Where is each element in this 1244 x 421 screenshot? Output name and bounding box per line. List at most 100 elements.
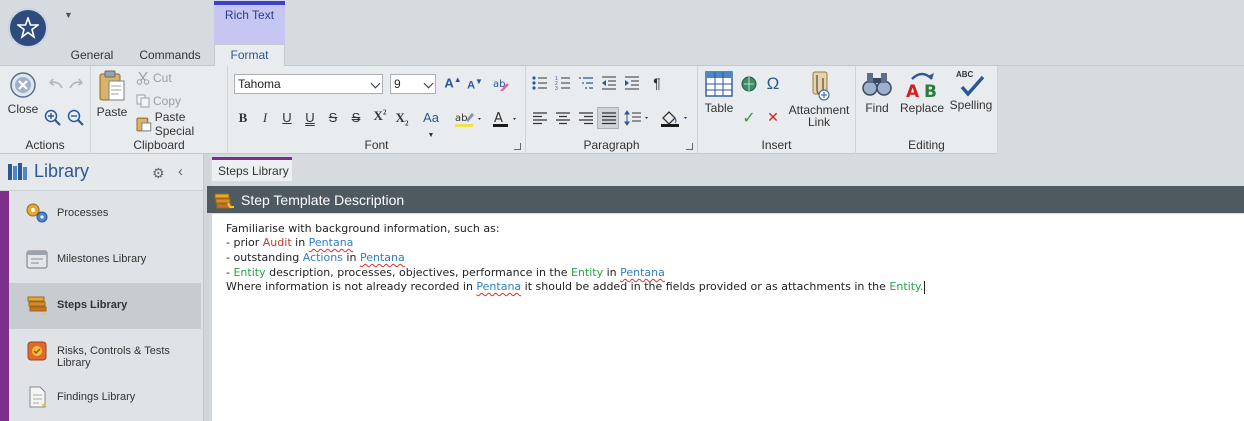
- font-color-icon[interactable]: A: [492, 110, 520, 128]
- star-logo-icon: [17, 17, 39, 39]
- actions-group: Close Actions: [0, 66, 91, 154]
- steps-stack-icon: [214, 193, 234, 209]
- line-spacing-icon[interactable]: [624, 110, 652, 126]
- paste-button[interactable]: Paste: [96, 69, 128, 118]
- tab-steps-library[interactable]: Steps Library: [212, 157, 292, 181]
- sidebar-item-processes[interactable]: Processes: [9, 191, 201, 237]
- library-sidebar: Library ⚙ ‹ Processes Milestones Library…: [0, 154, 203, 421]
- highlight-color-icon[interactable]: ab: [454, 110, 484, 128]
- font-group-label: Font: [364, 138, 389, 152]
- close-button[interactable]: Close: [6, 70, 40, 115]
- numbered-list-icon[interactable]: 123: [555, 76, 571, 90]
- align-left-icon[interactable]: [532, 111, 548, 125]
- processes-gears-icon: [26, 203, 48, 223]
- clipboard-group: Paste Cut Copy Paste Special Clipboard: [91, 66, 228, 154]
- svg-text:B: B: [924, 82, 937, 99]
- sidebar-item-findings-library[interactable]: Findings Library: [9, 375, 201, 421]
- panel-header: Step Template Description: [207, 186, 1244, 213]
- pentana-term: Pentana: [308, 236, 354, 249]
- find-label: Find: [865, 101, 889, 115]
- sidebar-item-steps-library[interactable]: Steps Library: [9, 283, 201, 329]
- sidebar-item-label: Findings Library: [57, 391, 136, 403]
- replace-button[interactable]: A B Replace: [900, 69, 944, 114]
- insert-group: Table Ω ✓ ✕ Attachment Link Insert: [698, 66, 856, 154]
- gear-icon[interactable]: ⚙: [152, 165, 165, 182]
- subscript-icon[interactable]: X2: [394, 110, 410, 128]
- copy-icon: [136, 94, 150, 108]
- double-strikethrough-icon[interactable]: S: [349, 110, 363, 125]
- undo-icon[interactable]: [46, 78, 64, 90]
- pentana-term: Pentana: [476, 280, 522, 293]
- close-label: Close: [7, 102, 39, 116]
- italic-icon[interactable]: I: [258, 110, 272, 126]
- spelling-button[interactable]: ABC Spelling: [946, 69, 996, 111]
- spelling-label: Spelling: [949, 98, 993, 112]
- actions-term: Actions: [302, 251, 343, 264]
- tab-commands[interactable]: Commands: [134, 46, 206, 66]
- paragraph-dialog-launcher-icon[interactable]: [686, 143, 693, 150]
- font-dialog-launcher-icon[interactable]: [514, 143, 521, 150]
- accept-check-icon[interactable]: ✓: [741, 108, 757, 128]
- cut-button[interactable]: Cut: [136, 69, 172, 87]
- increase-indent-icon[interactable]: [624, 76, 640, 90]
- zoom-in-icon[interactable]: [44, 109, 62, 127]
- milestones-calendar-icon: [26, 250, 48, 269]
- copy-label: Copy: [153, 94, 182, 108]
- clear-formatting-icon[interactable]: ab: [492, 76, 510, 92]
- grow-font-icon[interactable]: A▲: [444, 75, 462, 90]
- quick-access-dropdown-icon[interactable]: ▼: [64, 10, 74, 20]
- text-line: - outstanding Actions in Pentana: [226, 250, 405, 265]
- show-formatting-marks-icon[interactable]: ¶: [650, 75, 664, 91]
- paragraph-shading-icon[interactable]: [660, 109, 690, 127]
- font-name-select[interactable]: Tahoma: [234, 74, 383, 94]
- text-line: - prior Audit in Pentana: [226, 235, 353, 250]
- strikethrough-icon[interactable]: S: [326, 110, 340, 125]
- text-line: Familiarise with background information,…: [226, 221, 500, 236]
- change-case-icon[interactable]: Aa ▼: [418, 110, 444, 140]
- paste-special-button[interactable]: Paste Special: [136, 110, 227, 138]
- decrease-indent-icon[interactable]: [601, 76, 617, 90]
- rich-text-editor[interactable]: Familiarise with background information,…: [211, 214, 1244, 421]
- shrink-font-icon[interactable]: A▼: [466, 77, 484, 92]
- app-logo[interactable]: [8, 8, 48, 48]
- table-button[interactable]: Table: [702, 69, 736, 114]
- hyperlink-icon[interactable]: [740, 75, 758, 93]
- align-right-icon[interactable]: [578, 111, 594, 125]
- copy-button[interactable]: Copy: [136, 92, 181, 110]
- nav-accent-bar: [0, 191, 9, 421]
- align-center-icon[interactable]: [555, 111, 571, 125]
- entity-term: Entity: [889, 280, 920, 293]
- reject-cross-icon[interactable]: ✕: [765, 109, 781, 126]
- justify-button[interactable]: [597, 107, 619, 129]
- tab-general[interactable]: General: [66, 46, 118, 66]
- font-size-select[interactable]: 9: [390, 74, 436, 94]
- attachment-link-button[interactable]: Attachment Link: [786, 69, 852, 128]
- table-label: Table: [704, 101, 734, 115]
- chevron-down-icon: [423, 78, 434, 89]
- sidebar-item-milestones-library[interactable]: Milestones Library: [9, 237, 201, 283]
- multilevel-list-icon[interactable]: [578, 76, 594, 90]
- bold-icon[interactable]: B: [236, 110, 250, 126]
- symbol-omega-icon[interactable]: Ω: [764, 74, 782, 94]
- underline-icon[interactable]: U: [280, 110, 294, 125]
- superscript-icon[interactable]: X2: [372, 108, 388, 124]
- collapse-left-icon[interactable]: ‹: [178, 163, 183, 180]
- title-bar: ▼ Rich Text General Commands Format: [0, 0, 1244, 67]
- font-size-value: 9: [394, 77, 401, 91]
- redo-icon[interactable]: [68, 78, 86, 90]
- sidebar-item-label: Processes: [57, 207, 109, 219]
- double-underline-icon[interactable]: U: [303, 110, 317, 125]
- paste-special-icon: [136, 117, 152, 132]
- editing-group-label: Editing: [908, 138, 945, 152]
- paste-icon: [99, 70, 125, 101]
- bullet-list-icon[interactable]: [532, 76, 548, 90]
- scissors-icon: [136, 71, 150, 85]
- sidebar-item-risks-controls-tests-library[interactable]: Risks, Controls & Tests Library: [9, 329, 201, 375]
- zoom-out-icon[interactable]: [67, 109, 85, 127]
- table-icon: [705, 71, 733, 97]
- spelling-icon: ABC: [956, 69, 986, 99]
- find-button[interactable]: Find: [860, 69, 894, 114]
- sidebar-item-label: Risks, Controls & Tests Library: [57, 345, 170, 369]
- paragraph-group-label: Paragraph: [583, 138, 640, 152]
- tab-format[interactable]: Format: [214, 44, 285, 67]
